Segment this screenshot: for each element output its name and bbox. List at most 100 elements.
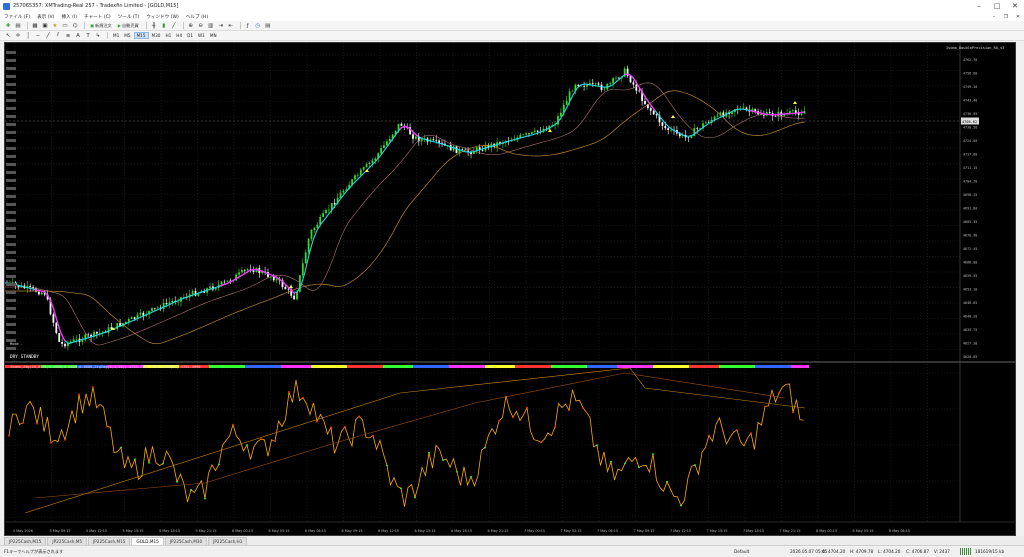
session-bar-segment	[689, 365, 695, 368]
profiles-icon[interactable]: ▤	[14, 22, 22, 30]
trendline-icon[interactable]: ╱	[44, 32, 52, 40]
new-order-button[interactable]: ▣ 新規注文	[88, 22, 114, 30]
tile-windows-icon[interactable]: ▥	[207, 22, 215, 30]
line-chart-icon[interactable]: ╱	[170, 22, 178, 30]
zoom-out-icon[interactable]: ⊖	[197, 22, 205, 30]
maximize-icon[interactable]: □	[988, 0, 1006, 12]
terminal-icon[interactable]: ▭	[61, 22, 69, 30]
session-bar-segment	[641, 365, 647, 368]
oscillator-dot	[330, 426, 332, 429]
session-bar-segment	[479, 365, 485, 368]
new-chart-icon[interactable]: ✚	[4, 22, 12, 30]
session-bar-segment	[227, 365, 233, 368]
level-marker	[6, 115, 16, 118]
timeframe-m5[interactable]: M5	[122, 32, 132, 39]
menu-window[interactable]: ウィンドウ (W)	[146, 14, 179, 20]
minimize-icon[interactable]: –	[970, 0, 988, 12]
mdi-restore-icon[interactable]: ❐	[1000, 14, 1012, 20]
menu-tools[interactable]: ツール (T)	[118, 14, 140, 20]
candlestick-icon[interactable]: ▮	[160, 22, 168, 30]
session-bar-segment	[533, 365, 539, 368]
label-icon[interactable]: T	[84, 32, 92, 40]
close-icon[interactable]: ✕	[1006, 0, 1024, 12]
text-icon[interactable]: A	[74, 32, 82, 40]
candle-body	[171, 300, 174, 303]
session-bar-segment	[503, 365, 509, 368]
time-axis-label: 7 May 09:15	[634, 529, 655, 533]
bar-chart-icon[interactable]: ╫	[150, 22, 158, 30]
time-axis-label: 6 May 18:15	[451, 529, 472, 533]
channel-icon[interactable]: ⫽	[54, 32, 62, 40]
periods-icon[interactable]: ◷	[254, 22, 262, 30]
candle-body	[107, 327, 110, 333]
candle-body	[412, 134, 414, 139]
horizontal-line-icon[interactable]: ─	[34, 32, 42, 40]
vertical-line-icon[interactable]: │	[24, 32, 32, 40]
session-bar-segment	[473, 365, 479, 368]
menu-insert[interactable]: 挿入 (I)	[61, 14, 77, 20]
chart-tab[interactable]: JP225Cash,M15	[4, 537, 47, 545]
autotrade-button[interactable]: ▶ 自動売買	[116, 22, 141, 30]
arrows-icon[interactable]: ↳	[94, 32, 102, 40]
time-axis-label: 5 May 2026	[13, 529, 33, 533]
price-chart[interactable]: 4705.62 4762.70 4756.60 4749.10 4743.40 4736.…	[5, 43, 1015, 535]
zoom-in-icon[interactable]: ⊕	[187, 22, 195, 30]
chart-tab-active[interactable]: GOLD,M15	[131, 537, 164, 545]
level-marker	[6, 179, 16, 182]
level-marker	[6, 299, 16, 302]
level-marker	[6, 227, 16, 230]
chart-tab[interactable]: JP225Cash,M30	[164, 537, 208, 545]
candle-body	[64, 343, 66, 347]
oscillator-dot	[428, 451, 430, 454]
oscillator-dot	[316, 420, 318, 423]
bar-volume: V: 2437	[934, 549, 950, 554]
chart-tab[interactable]: JP225Cash,M5	[47, 537, 88, 545]
fibonacci-icon[interactable]: ≡	[64, 32, 72, 40]
mdi-minimize-icon[interactable]: –	[988, 14, 1000, 20]
timeframe-h4[interactable]: H4	[174, 32, 184, 39]
session-bar-segment	[275, 365, 281, 368]
menu-chart[interactable]: チャート (C)	[84, 14, 111, 20]
indicators-icon[interactable]: ƒ	[244, 22, 252, 30]
timeframe-m30[interactable]: M30	[150, 32, 163, 39]
session-bar-segment	[425, 365, 431, 368]
level-marker	[6, 75, 16, 78]
timeframe-d1[interactable]: D1	[185, 32, 195, 39]
market-watch-icon[interactable]: ▦	[31, 22, 39, 30]
timeframe-mn[interactable]: MN	[208, 32, 219, 39]
candle-body	[284, 286, 287, 290]
session-bar-segment	[203, 365, 209, 368]
autoscroll-icon[interactable]: ⇥	[217, 22, 225, 30]
profile-name[interactable]: Default	[734, 549, 749, 554]
oscillator-dot	[400, 487, 402, 490]
crosshair-icon[interactable]: ✛	[14, 32, 22, 40]
cursor-icon[interactable]: ↖	[4, 32, 12, 40]
chart-tab[interactable]: JP225Cash,H1	[208, 537, 248, 545]
candle-body	[98, 332, 101, 334]
level-marker	[6, 155, 16, 158]
candle-body	[61, 341, 63, 344]
data-window-icon[interactable]: ▣	[41, 22, 49, 30]
session-bar-segment	[281, 365, 287, 368]
new-order-label: 新規注文	[94, 22, 112, 28]
oscillator-dot	[456, 470, 458, 473]
price-axis-label: 4711.15	[963, 166, 977, 170]
price-axis-label: 4620.85	[963, 355, 977, 359]
strategy-tester-icon[interactable]: ⌬	[71, 22, 79, 30]
menu-view[interactable]: 表示 (V)	[37, 14, 54, 20]
candle-body	[661, 122, 664, 126]
session-bar-segment	[635, 365, 641, 368]
session-bar-segment	[773, 365, 779, 368]
menu-file[interactable]: ファイル (F)	[4, 14, 30, 20]
timeframe-m1[interactable]: M1	[111, 32, 121, 39]
navigator-icon[interactable]: ★	[51, 22, 59, 30]
mdi-close-icon[interactable]: ✕	[1012, 14, 1024, 20]
chart-shift-icon[interactable]: ⇤	[227, 22, 235, 30]
templates-icon[interactable]: ▤	[264, 22, 272, 30]
timeframe-h1[interactable]: H1	[163, 32, 173, 39]
chart-tab[interactable]: JP225Cash,M15	[88, 537, 131, 545]
menu-help[interactable]: ヘルプ (H)	[186, 14, 208, 20]
timeframe-w1[interactable]: W1	[196, 32, 207, 39]
timeframe-m15[interactable]: M15	[133, 32, 149, 39]
chart-window[interactable]: 4705.62 4762.70 4756.60 4749.10 4743.40 4736.…	[4, 42, 1016, 536]
